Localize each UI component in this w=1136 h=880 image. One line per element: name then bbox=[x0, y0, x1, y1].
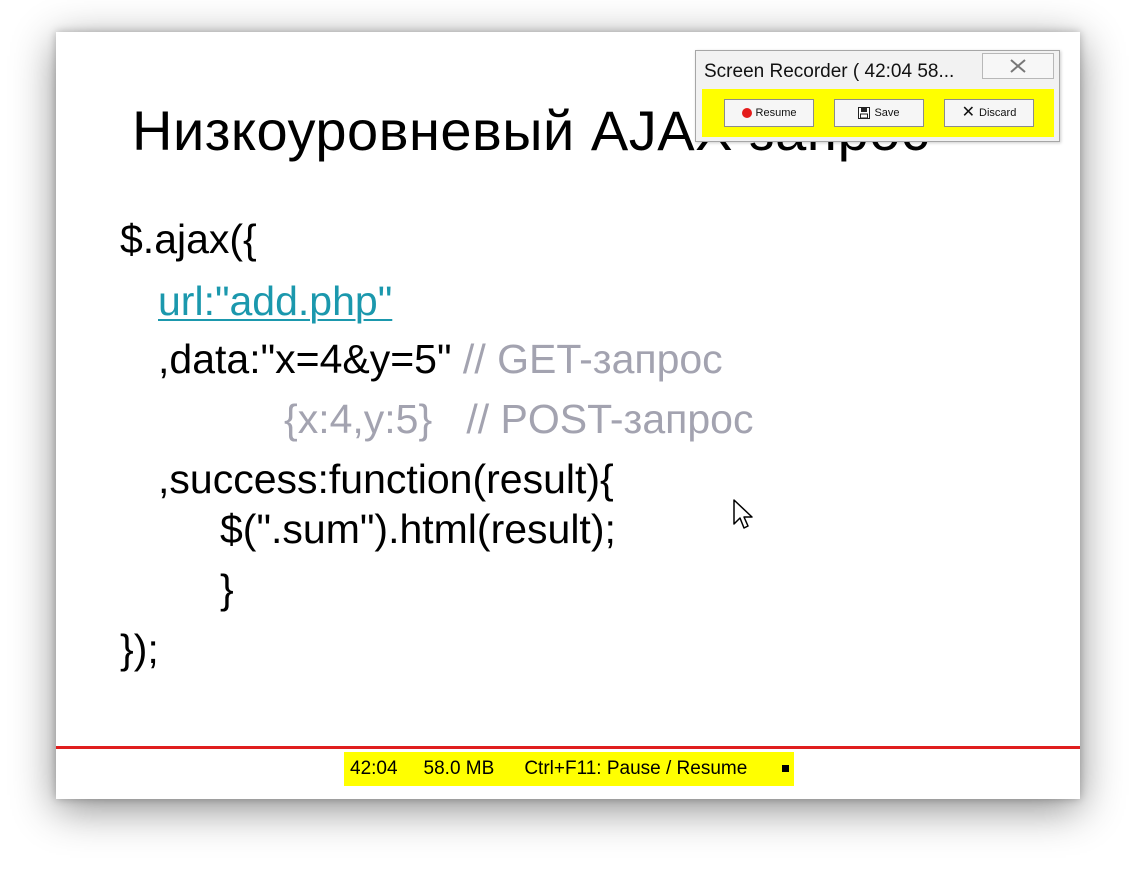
code-line-url: url:"add.php" bbox=[158, 278, 392, 325]
resume-button[interactable]: Resume bbox=[724, 99, 814, 127]
code-line-data-get: ,data:"x=4&y=5" // GET-запрос bbox=[158, 336, 723, 383]
mouse-cursor-icon bbox=[733, 499, 753, 529]
presentation-window: Низкоуровневый AJAX запрос $.ajax({ url:… bbox=[56, 32, 1080, 799]
stop-square-icon[interactable] bbox=[778, 760, 792, 776]
save-label: Save bbox=[874, 107, 900, 119]
save-button[interactable]: Save bbox=[834, 99, 924, 127]
code-line-data-post: {x:4,y:5} // POST-запрос bbox=[284, 396, 753, 443]
url-link[interactable]: url:"add.php" bbox=[158, 278, 392, 324]
status-file-size: 58.0 MB bbox=[423, 758, 495, 779]
comment-get: // GET-запрос bbox=[451, 336, 723, 382]
discard-label: Discard bbox=[979, 107, 1017, 119]
code-data-get: ,data:"x=4&y=5" bbox=[158, 336, 452, 382]
code-line-success: ,success:function(result){ bbox=[158, 456, 614, 502]
x-icon: ✕ bbox=[961, 104, 976, 121]
code-line-close-brace: } bbox=[220, 566, 234, 612]
code-data-post: {x:4,y:5} bbox=[284, 396, 433, 442]
discard-button[interactable]: ✕ Discard bbox=[944, 99, 1034, 127]
recorder-title: Screen Recorder ( 42:04 58... bbox=[704, 61, 955, 82]
code-line-ajax-open: $.ajax({ bbox=[120, 216, 257, 262]
recorder-close-button[interactable] bbox=[982, 53, 1054, 79]
screen-recorder-panel: Screen Recorder ( 42:04 58... Resume Sav… bbox=[695, 50, 1060, 142]
record-dot-icon bbox=[741, 108, 752, 118]
comment-post: // POST-запрос bbox=[432, 396, 754, 442]
status-hotkey-hint: Ctrl+F11: Pause / Resume bbox=[524, 758, 748, 779]
status-elapsed-time: 42:04 bbox=[350, 758, 398, 779]
floppy-disk-icon bbox=[858, 107, 871, 119]
code-line-html-result: $(".sum").html(result); bbox=[220, 506, 616, 552]
code-line-ajax-close: }); bbox=[120, 626, 159, 672]
recording-status-bar: 42:04 58.0 MB Ctrl+F11: Pause / Resume bbox=[344, 752, 794, 786]
recorder-toolbar: Resume Save ✕ Discard bbox=[702, 89, 1054, 137]
resume-label: Resume bbox=[755, 107, 797, 119]
close-icon bbox=[1010, 59, 1026, 73]
recording-red-line bbox=[56, 746, 1080, 749]
